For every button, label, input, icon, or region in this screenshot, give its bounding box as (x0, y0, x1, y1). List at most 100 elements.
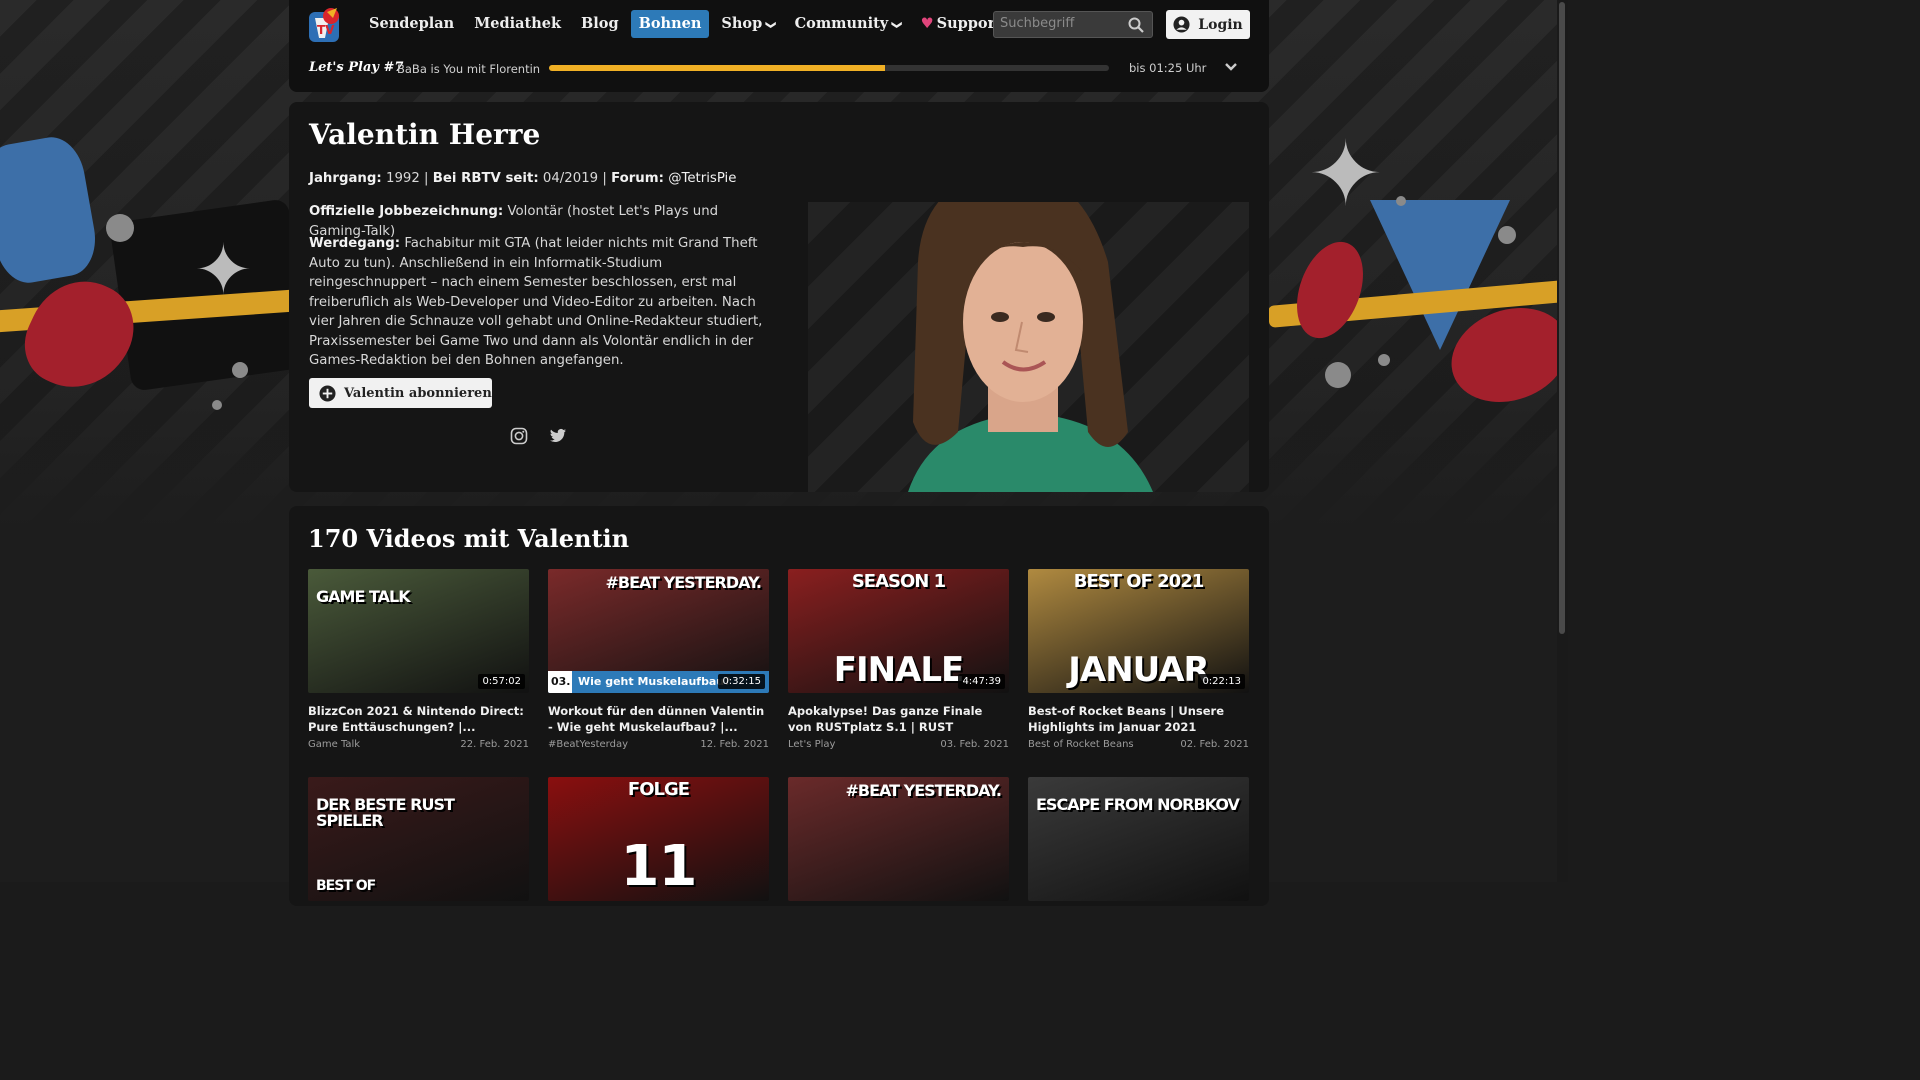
nav-item-label: Community (794, 15, 889, 32)
search-box[interactable] (993, 11, 1153, 38)
video-card[interactable]: ESCAPE FROM NORBKOV (1028, 777, 1249, 901)
nav-item-blog[interactable]: Blog (573, 10, 627, 38)
video-date: 03. Feb. 2021 (940, 739, 1009, 750)
profile-werdegang: Werdegang: Fachabitur mit GTA (hat leide… (309, 234, 779, 371)
page-scrollbar[interactable] (1557, 0, 1568, 882)
thumbnail-text: #BEAT YESTERDAY. (845, 781, 1002, 800)
heart-icon: ♥ (920, 15, 934, 32)
werdegang-value: Fachabitur mit GTA (hat leider nichts mi… (309, 236, 763, 368)
video-thumbnail[interactable]: #BEAT YESTERDAY. (788, 777, 1009, 901)
live-end-time: bis 01:25 Uhr (1129, 61, 1207, 75)
twitter-icon[interactable] (549, 427, 567, 445)
video-duration: 0:32:15 (718, 674, 765, 689)
video-card[interactable]: DER BESTE RUST SPIELER BEST OF (308, 777, 529, 901)
instagram-icon[interactable] (510, 427, 528, 445)
job-label: Offizielle Jobbezeichnung: (309, 204, 504, 219)
profile-name: Valentin Herre (309, 118, 541, 151)
video-thumbnail[interactable]: GAME TALK 0:57:02 (308, 569, 529, 693)
video-duration: 0:57:02 (478, 674, 525, 689)
live-show-title: BaBa is You mit Florentin (397, 62, 541, 76)
video-meta: Best of Rocket Beans 02. Feb. 2021 (1028, 739, 1249, 750)
search-input[interactable] (1000, 16, 1120, 31)
video-card[interactable]: GAME TALK 0:57:02 BlizzCon 2021 & Nintendo… (308, 569, 529, 750)
video-title[interactable]: BlizzCon 2021 & Nintendo Direct: Pure En… (308, 703, 529, 735)
subscribe-label: Valentin abonnieren (344, 385, 492, 401)
forum-label: Forum: (611, 171, 664, 186)
video-date: 22. Feb. 2021 (460, 739, 529, 750)
live-progress-bar (549, 65, 1109, 71)
video-thumbnail[interactable]: BEST OF 2021 JANUAR 0:22:13 (1028, 569, 1249, 693)
search-icon[interactable] (1128, 17, 1144, 33)
video-thumbnail[interactable]: DER BESTE RUST SPIELER BEST OF (308, 777, 529, 901)
main-nav: TV Sendeplan Mediathek Blog Bohnen Shop ❯ Comm… (289, 0, 1269, 48)
video-show-name[interactable]: Best of Rocket Beans (1028, 739, 1134, 750)
video-show-name[interactable]: Game Talk (308, 739, 360, 750)
forum-link[interactable]: @TetrisPie (668, 171, 736, 186)
thumbnail-text: DER BESTE RUST SPIELER (316, 795, 455, 830)
profile-card: Valentin Herre Jahrgang: 1992 | Bei RBTV… (289, 102, 1269, 492)
videos-section: 170 Videos mit Valentin GAME TALK 0:57:02… (289, 506, 1269, 906)
video-date: 12. Feb. 2021 (700, 739, 769, 750)
profile-facts: Jahrgang: 1992 | Bei RBTV seit: 04/2019 … (309, 171, 737, 186)
video-card[interactable]: SEASON 1 FINALE 4:47:39 Apokalypse! Das gan… (788, 569, 1009, 750)
seit-value: 04/2019 (542, 171, 599, 186)
jahrgang-value: 1992 (385, 171, 420, 186)
plus-circle-icon (319, 384, 336, 402)
video-card[interactable]: BEST OF 2021 JANUAR 0:22:13 Best-of Rocket … (1028, 569, 1249, 750)
video-card[interactable]: #BEAT YESTERDAY. Wie geht Muskelaufbau? 03… (548, 569, 769, 750)
thumbnail-top-text: FOLGE (627, 779, 690, 800)
live-now-bar[interactable]: Let's Play #7 BaBa is You mit Florentin … (289, 50, 1269, 86)
thumbnail-subtitle: BEST OF (316, 878, 376, 894)
video-card[interactable]: FOLGE 11 (548, 777, 769, 901)
chevron-down-icon: ❯ (765, 20, 777, 30)
videos-heading: 170 Videos mit Valentin (308, 524, 630, 553)
nav-item-bohnen[interactable]: Bohnen (630, 10, 710, 38)
thumbnail-top-text: BEST OF 2021 (1073, 571, 1205, 592)
video-meta: Game Talk 22. Feb. 2021 (308, 739, 529, 750)
scrollbar-thumb[interactable] (1559, 2, 1565, 634)
video-date: 02. Feb. 2021 (1180, 739, 1249, 750)
login-button[interactable]: Login (1166, 10, 1250, 39)
nav-item-mediathek[interactable]: Mediathek (466, 10, 569, 38)
video-meta: #BeatYesterday 12. Feb. 2021 (548, 739, 769, 750)
subscribe-button[interactable]: Valentin abonnieren (309, 378, 492, 408)
nav-item-sendeplan[interactable]: Sendeplan (361, 10, 462, 38)
video-duration: 4:47:39 (958, 674, 1005, 689)
portrait-image (908, 202, 1153, 492)
user-icon (1173, 16, 1190, 33)
rbtv-logo[interactable]: TV (307, 4, 343, 44)
jahrgang-label: Jahrgang: (309, 171, 382, 186)
video-show-name[interactable]: #BeatYesterday (548, 739, 628, 750)
live-progress-fill (549, 65, 885, 71)
profile-portrait (808, 202, 1249, 492)
video-thumbnail[interactable]: SEASON 1 FINALE 4:47:39 (788, 569, 1009, 693)
video-title[interactable]: Best-of Rocket Beans | Unsere Highlights… (1028, 703, 1249, 735)
login-label: Login (1198, 16, 1243, 33)
thumbnail-top-text: SEASON 1 (851, 571, 946, 592)
video-thumbnail[interactable]: FOLGE 11 (548, 777, 769, 901)
nav-item-label: Shop (721, 15, 763, 32)
thumbnail-text: ESCAPE FROM NORBKOV (1036, 795, 1240, 814)
nav-item-label: Sendeplan (369, 15, 455, 32)
chevron-down-icon[interactable] (1224, 60, 1238, 74)
video-thumbnail[interactable]: ESCAPE FROM NORBKOV (1028, 777, 1249, 901)
episode-number: 03. (548, 671, 572, 693)
nav-item-label: Blog (581, 15, 619, 32)
thumbnail-text: GAME TALK (316, 587, 411, 606)
nav-item-label: Mediathek (474, 15, 562, 32)
site-header: TV Sendeplan Mediathek Blog Bohnen Shop ❯ Comm… (289, 0, 1269, 92)
svg-text:TV: TV (317, 23, 335, 37)
video-show-name[interactable]: Let's Play (788, 739, 835, 750)
nav-item-label: Bohnen (638, 15, 702, 32)
thumbnail-text: 11 (620, 834, 698, 899)
thumbnail-text: #BEAT YESTERDAY. (605, 573, 762, 592)
video-thumbnail[interactable]: #BEAT YESTERDAY. Wie geht Muskelaufbau? 03… (548, 569, 769, 693)
video-meta: Let's Play 03. Feb. 2021 (788, 739, 1009, 750)
video-title[interactable]: Apokalypse! Das ganze Finale von RUSTpla… (788, 703, 1009, 735)
nav-item-community[interactable]: Community ❯ (787, 10, 909, 38)
seit-label: Bei RBTV seit: (432, 171, 539, 186)
nav-item-shop[interactable]: Shop ❯ (713, 10, 782, 38)
video-card[interactable]: #BEAT YESTERDAY. (788, 777, 1009, 901)
video-title[interactable]: Workout für den dünnen Valentin - Wie ge… (548, 703, 769, 735)
nav-items: Sendeplan Mediathek Blog Bohnen Shop ❯ Communi… (361, 10, 1070, 38)
